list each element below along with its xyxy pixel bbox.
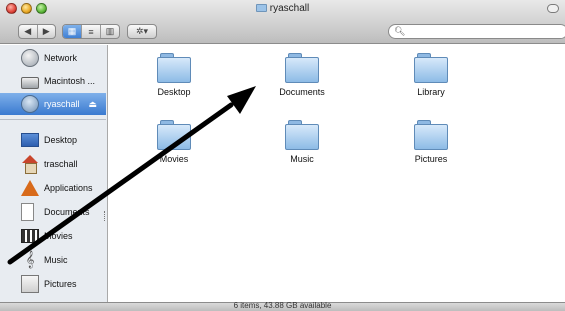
icon-view-button[interactable]: ▦: [63, 25, 82, 38]
music-icon: 𝄞: [25, 251, 35, 268]
sidebar-item-label: traschall: [44, 159, 78, 169]
action-menu-button[interactable]: ✲▾: [127, 24, 157, 39]
hard-drive-icon: [21, 76, 39, 89]
folder-label: Documents: [279, 87, 325, 97]
folder-icon: [285, 120, 319, 150]
network-icon: [21, 49, 39, 67]
desktop-icon: [21, 133, 39, 147]
folder-icon: [285, 53, 319, 83]
status-text: 6 items, 43.88 GB available: [233, 301, 332, 310]
sidebar-item-home[interactable]: traschall: [0, 153, 106, 175]
folder-label: Music: [290, 154, 314, 164]
sidebar-item-applications[interactable]: Applications: [0, 177, 106, 199]
folder-icon: [255, 4, 267, 12]
folder-icon: [157, 53, 191, 83]
folder-icon: [414, 53, 448, 83]
home-icon: [21, 155, 39, 174]
view-mode-control: ▦ ≡ ▥: [62, 24, 120, 39]
sidebar-item-label: Applications: [44, 183, 93, 193]
folder-icon: [157, 120, 191, 150]
sidebar-item-label: Macintosh ...: [44, 76, 96, 86]
window-title: ryaschall: [0, 3, 565, 14]
sidebar-item-label: Pictures: [44, 279, 77, 289]
folder-item-library[interactable]: Library: [391, 53, 471, 97]
user-disk-icon: [21, 95, 39, 113]
pictures-icon: [21, 275, 39, 293]
gear-icon: ✲▾: [135, 26, 149, 36]
sidebar-resize-handle[interactable]: [104, 211, 106, 221]
column-view-button[interactable]: ▥: [101, 25, 119, 38]
sidebar-item-label: Network: [44, 53, 78, 63]
sidebar-item-label: Movies: [44, 231, 73, 241]
folder-label: Library: [417, 87, 445, 97]
sidebar-item-network[interactable]: Network: [0, 47, 106, 69]
sidebar-item-label: ryaschall: [44, 99, 80, 109]
back-button[interactable]: ◀: [19, 25, 38, 38]
sidebar-item-movies[interactable]: Movies: [0, 225, 106, 247]
search-field[interactable]: 🔍︎: [388, 24, 565, 39]
folder-item-pictures[interactable]: Pictures: [391, 120, 471, 164]
applications-icon: [21, 179, 39, 197]
status-bar: 6 items, 43.88 GB available: [0, 301, 565, 311]
folder-label: Desktop: [157, 87, 191, 97]
folder-item-music[interactable]: Music: [262, 120, 342, 164]
folder-item-desktop[interactable]: Desktop: [134, 53, 214, 97]
sidebar-item-desktop[interactable]: Desktop: [0, 129, 106, 151]
sidebar-item-label: Documents: [44, 207, 90, 217]
sidebar-item-pictures[interactable]: Pictures: [0, 273, 106, 295]
sidebar-item-macintosh-hd[interactable]: Macintosh ...: [0, 70, 106, 92]
sidebar-item-documents[interactable]: Documents: [0, 201, 106, 223]
back-forward-control: ◀ ▶: [18, 24, 56, 39]
search-icon: 🔍︎: [394, 26, 406, 36]
title-bar[interactable]: ryaschall ◀ ▶ ▦ ≡ ▥ ✲▾ 🔍︎: [0, 0, 565, 44]
forward-button[interactable]: ▶: [38, 25, 56, 38]
window-title-text: ryaschall: [269, 3, 310, 14]
list-view-button[interactable]: ≡: [82, 25, 101, 38]
sidebar-item-label: Music: [44, 255, 68, 265]
sidebar-item-ryaschall[interactable]: ryaschall ⏏︎: [0, 93, 106, 115]
folder-icon: [414, 120, 448, 150]
sidebar-item-music[interactable]: 𝄞 Music: [0, 249, 106, 271]
folder-item-documents[interactable]: Documents: [262, 53, 342, 97]
movies-icon: [21, 229, 39, 243]
file-icon-view: Desktop Documents Library Movies Music P…: [109, 45, 565, 302]
folder-label: Pictures: [414, 154, 448, 164]
finder-window: ryaschall ◀ ▶ ▦ ≡ ▥ ✲▾ 🔍︎ Network Macint…: [0, 0, 565, 311]
sidebar-divider: [0, 119, 106, 120]
folder-item-movies[interactable]: Movies: [134, 120, 214, 164]
sidebar: Network Macintosh ... ryaschall ⏏︎ Deskt…: [0, 45, 108, 302]
eject-icon[interactable]: ⏏︎: [89, 99, 98, 110]
toolbar-toggle-button[interactable]: [547, 4, 559, 13]
sidebar-item-label: Desktop: [44, 135, 78, 145]
folder-label: Movies: [159, 154, 189, 164]
documents-icon: [21, 203, 34, 221]
